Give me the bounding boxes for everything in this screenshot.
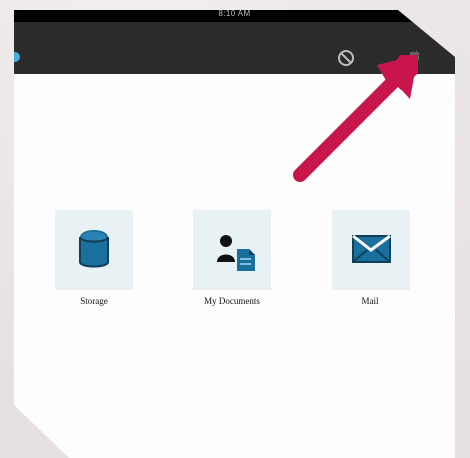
app-tile-mail[interactable] xyxy=(332,210,410,289)
app-tile-my-documents[interactable] xyxy=(193,210,271,289)
status-bar: 8:10 AM xyxy=(14,10,455,22)
app-label-my-documents: My Documents xyxy=(204,296,260,306)
annotation-arrow xyxy=(293,55,418,182)
user-document-icon xyxy=(217,235,255,271)
app-tile-storage[interactable] xyxy=(55,210,133,289)
app-label-storage: Storage xyxy=(80,296,108,306)
database-icon xyxy=(79,230,109,268)
status-time: 8:10 AM xyxy=(218,9,251,18)
mail-icon xyxy=(352,234,391,263)
app-label-mail: Mail xyxy=(361,296,379,306)
